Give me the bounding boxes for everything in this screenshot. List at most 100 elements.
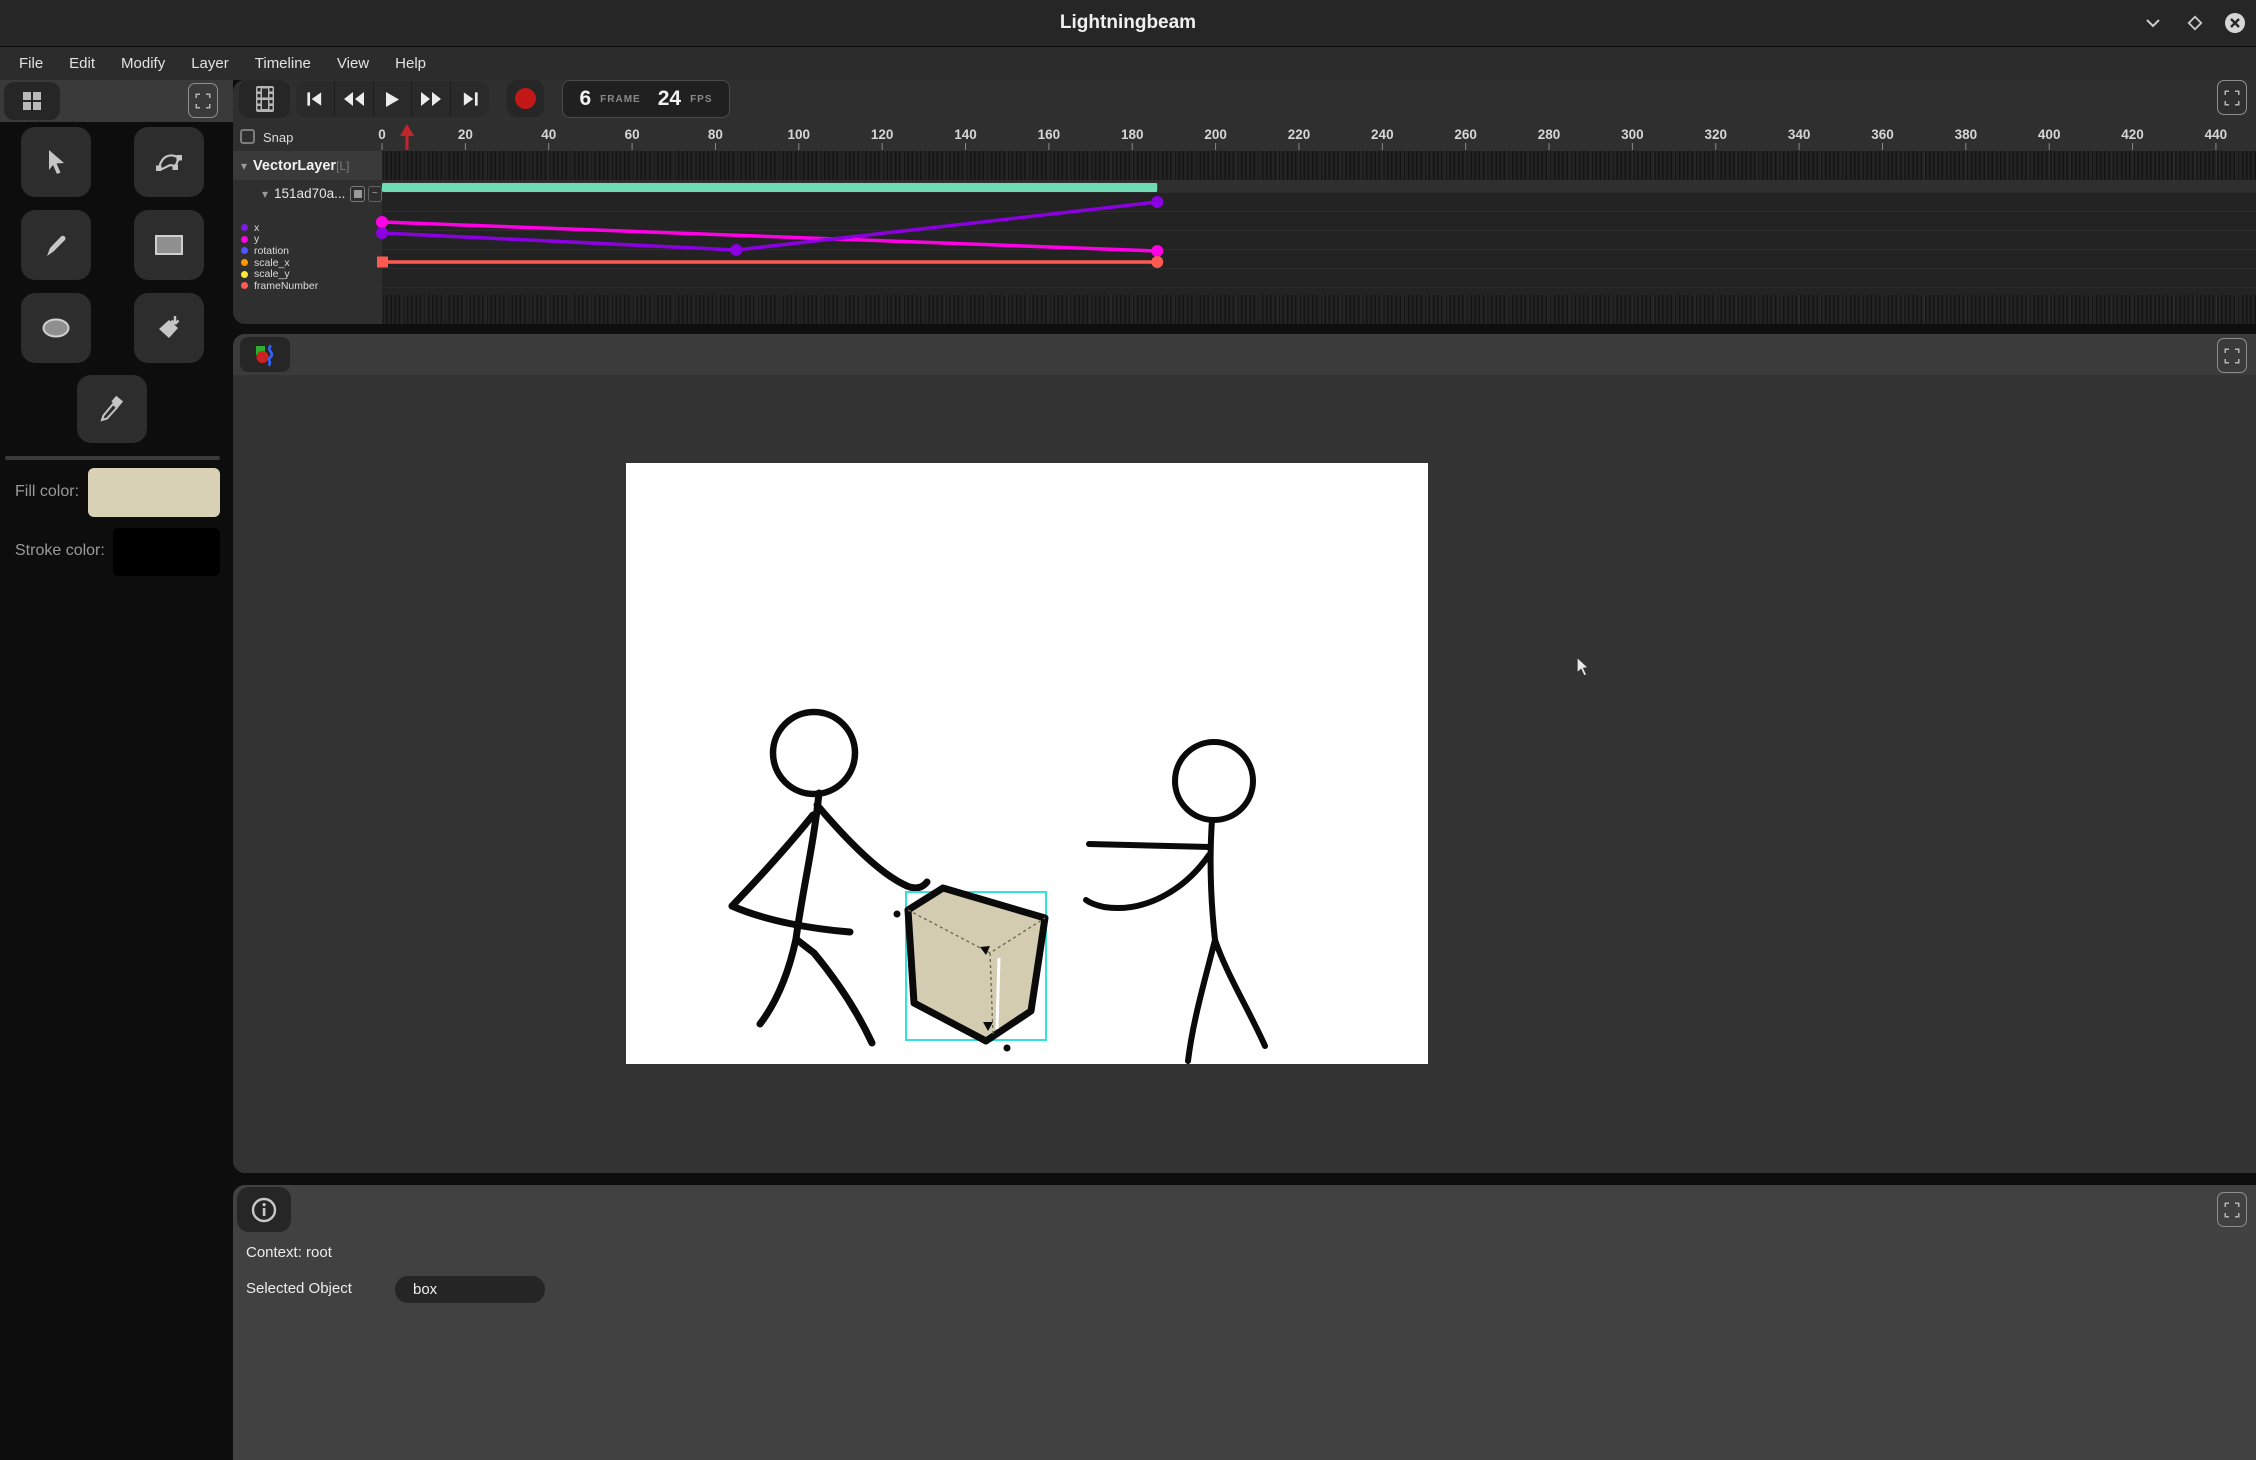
ruler-label: 100 bbox=[788, 127, 811, 142]
ruler-label: 320 bbox=[1704, 127, 1727, 142]
canvas-panel-header bbox=[233, 334, 2256, 375]
inspector-expand-button[interactable] bbox=[2217, 1192, 2247, 1227]
chevron-down-icon bbox=[2143, 13, 2163, 33]
frames-track-bottom[interactable] bbox=[382, 295, 2256, 324]
close-circle-icon bbox=[2224, 12, 2246, 34]
ruler-label: 80 bbox=[708, 127, 723, 142]
skip-start-button[interactable] bbox=[296, 81, 335, 117]
frame-value: 6 bbox=[579, 87, 591, 111]
menu-timeline[interactable]: Timeline bbox=[242, 55, 324, 72]
fill-bucket-tool-button[interactable] bbox=[134, 293, 204, 363]
object-name: 151ad70a... bbox=[274, 186, 345, 201]
fast-forward-icon bbox=[420, 91, 442, 107]
object-visibility-button[interactable] bbox=[350, 186, 364, 202]
menu-view[interactable]: View bbox=[324, 55, 382, 72]
rectangle-tool-button[interactable] bbox=[134, 210, 204, 280]
collapse-triangle-icon[interactable]: ▾ bbox=[262, 187, 268, 201]
fill-color-swatch[interactable] bbox=[88, 468, 220, 517]
ruler-label: 360 bbox=[1871, 127, 1894, 142]
timeline-ruler[interactable]: 0204060801001201401601802002202402602803… bbox=[233, 122, 2256, 150]
selected-object-dropdown[interactable]: box bbox=[395, 1276, 545, 1303]
curve-tool-button[interactable] bbox=[134, 127, 204, 197]
box-object[interactable] bbox=[894, 888, 1046, 1052]
layer-row-vectorlayer[interactable]: ▾ VectorLayer [L] bbox=[233, 151, 382, 180]
tools-expand-button[interactable] bbox=[188, 83, 218, 118]
fps-value: 24 bbox=[658, 87, 681, 111]
frame-counter: 6 FRAME 24 FPS bbox=[562, 80, 730, 118]
eyedropper-tool-button[interactable] bbox=[77, 375, 147, 443]
property-frameNumber[interactable]: frameNumber bbox=[241, 280, 318, 292]
play-button[interactable] bbox=[374, 81, 413, 117]
ellipse-tool-button[interactable] bbox=[21, 293, 91, 363]
ellipse-icon bbox=[40, 316, 72, 340]
ruler-label: 440 bbox=[2205, 127, 2228, 142]
minimize-button[interactable] bbox=[2141, 11, 2165, 35]
property-scale_y[interactable]: scale_y bbox=[241, 268, 318, 280]
ruler-label: 120 bbox=[871, 127, 894, 142]
stick-figure-left[interactable] bbox=[732, 712, 927, 1043]
eyedropper-icon bbox=[97, 394, 127, 424]
menu-layer[interactable]: Layer bbox=[178, 55, 242, 72]
expand-icon bbox=[194, 92, 212, 110]
film-button[interactable] bbox=[239, 80, 290, 118]
collapse-triangle-icon[interactable]: ▾ bbox=[241, 159, 247, 173]
fps-label: FPS bbox=[690, 94, 712, 105]
rewind-button[interactable] bbox=[335, 81, 374, 117]
skip-end-button[interactable] bbox=[451, 81, 489, 117]
close-button[interactable] bbox=[2223, 11, 2247, 35]
info-button[interactable] bbox=[237, 1187, 291, 1232]
ruler-label: 400 bbox=[2038, 127, 2061, 142]
ruler-label: 140 bbox=[954, 127, 977, 142]
record-icon bbox=[515, 88, 536, 109]
stroke-color-swatch[interactable] bbox=[113, 528, 220, 576]
curve-editor-area[interactable] bbox=[382, 192, 2256, 295]
app-window: Lightningbeam FileEditModifyLayerTimelin… bbox=[0, 0, 2256, 1460]
context-text: Context: root bbox=[246, 1244, 332, 1261]
property-scale_x[interactable]: scale_x bbox=[241, 257, 318, 269]
layout-grid-button[interactable] bbox=[4, 82, 60, 120]
rewind-icon bbox=[343, 91, 365, 107]
pencil-icon bbox=[41, 230, 71, 260]
expand-icon bbox=[2223, 1201, 2241, 1219]
film-strip-icon bbox=[255, 85, 275, 113]
maximize-button[interactable] bbox=[2183, 11, 2207, 35]
playhead[interactable] bbox=[400, 124, 414, 150]
record-button[interactable] bbox=[507, 80, 544, 117]
menu-edit[interactable]: Edit bbox=[56, 55, 108, 72]
ruler-label: 160 bbox=[1038, 127, 1061, 142]
property-rotation[interactable]: rotation bbox=[241, 245, 318, 257]
play-icon bbox=[384, 91, 400, 108]
rectangle-icon bbox=[153, 232, 185, 258]
property-color-dot bbox=[241, 224, 248, 231]
paint-bucket-icon bbox=[153, 312, 185, 344]
property-y[interactable]: y bbox=[241, 234, 318, 246]
select-tool-button[interactable] bbox=[21, 127, 91, 197]
property-x[interactable]: x bbox=[241, 222, 318, 234]
property-label: y bbox=[254, 233, 259, 245]
menu-modify[interactable]: Modify bbox=[108, 55, 178, 72]
object-row-151ad70a[interactable]: ▾ 151ad70a... ~ bbox=[233, 183, 382, 204]
ruler-label: 280 bbox=[1538, 127, 1561, 142]
canvas-expand-button[interactable] bbox=[2217, 338, 2247, 373]
ruler-label: 40 bbox=[541, 127, 556, 142]
object-tween-button[interactable]: ~ bbox=[368, 186, 382, 202]
stick-figure-right[interactable] bbox=[1086, 742, 1265, 1061]
timeline-expand-button[interactable] bbox=[2217, 80, 2247, 115]
property-color-dot bbox=[241, 247, 248, 254]
property-color-dot bbox=[241, 271, 248, 278]
shapes-mode-button[interactable] bbox=[240, 337, 290, 372]
frames-track-top[interactable] bbox=[382, 151, 2256, 180]
menu-file[interactable]: File bbox=[6, 55, 56, 72]
ruler-label: 60 bbox=[625, 127, 640, 142]
property-label: rotation bbox=[254, 245, 289, 257]
ruler-label: 300 bbox=[1621, 127, 1644, 142]
pencil-tool-button[interactable] bbox=[21, 210, 91, 280]
fast-forward-button[interactable] bbox=[412, 81, 451, 117]
menu-help[interactable]: Help bbox=[382, 55, 439, 72]
layer-name: VectorLayer bbox=[253, 158, 336, 174]
property-label: scale_y bbox=[254, 268, 290, 280]
animation-stage[interactable] bbox=[626, 463, 1428, 1064]
expand-icon bbox=[2223, 347, 2241, 365]
ruler-label: 20 bbox=[458, 127, 473, 142]
info-icon bbox=[251, 1197, 277, 1223]
